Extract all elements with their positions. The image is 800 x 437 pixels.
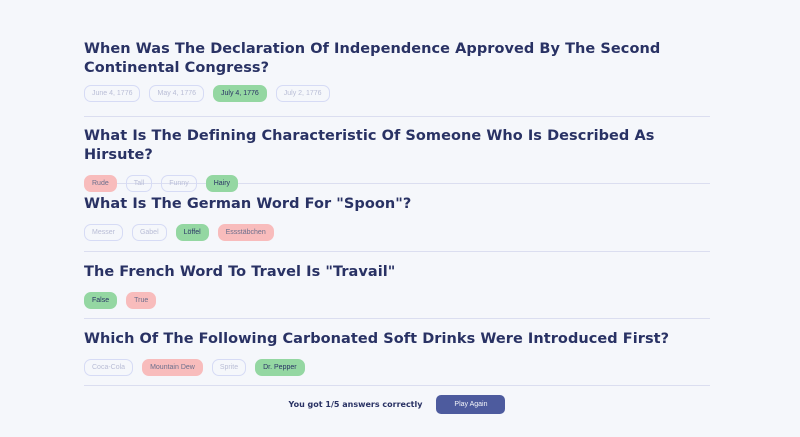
answer-option-correct[interactable]: Hairy xyxy=(205,175,239,192)
answer-option-correct[interactable]: Dr. Pepper xyxy=(255,359,305,376)
answer-options: Messer Gabel Löffel Essstäbchen xyxy=(84,223,710,242)
answer-option-correct[interactable]: Löffel xyxy=(175,224,209,241)
question-text: The French Word To Travel Is "Travail" xyxy=(84,264,396,280)
answer-option[interactable]: Sprite xyxy=(211,359,247,376)
answer-option-correct[interactable]: False xyxy=(84,292,118,309)
answer-options: June 4, 1776 May 4, 1776 July 4, 1776 Ju… xyxy=(84,84,710,103)
answer-option-wrong[interactable]: Mountain Dew xyxy=(142,359,203,376)
play-again-button[interactable]: Play Again xyxy=(436,395,506,414)
question-text: What Is The German Word For "Spoon"? xyxy=(84,196,412,212)
answer-option[interactable]: July 2, 1776 xyxy=(275,85,330,102)
question-text: Which Of The Following Carbonated Soft D… xyxy=(84,331,670,347)
question-item: Which Of The Following Carbonated Soft D… xyxy=(84,319,710,386)
results-footer: You got 1/5 answers correctly Play Again xyxy=(84,395,710,414)
question-item: What Is The Defining Characteristic Of S… xyxy=(84,117,710,192)
answer-options: Coca-Cola Mountain Dew Sprite Dr. Pepper xyxy=(84,358,710,377)
question-text: What Is The Defining Characteristic Of S… xyxy=(84,128,655,163)
answer-option-wrong[interactable]: Essstäbchen xyxy=(217,224,274,241)
answer-option[interactable]: Gabel xyxy=(131,224,167,241)
quiz-results-page: When Was The Declaration Of Independence… xyxy=(0,0,800,437)
answer-option[interactable]: Coca-Cola xyxy=(84,359,134,376)
answer-option[interactable]: Messer xyxy=(84,224,123,241)
answer-option[interactable]: Tall xyxy=(125,175,153,192)
question-list: When Was The Declaration Of Independence… xyxy=(84,40,710,386)
answer-option[interactable]: June 4, 1776 xyxy=(84,85,141,102)
answer-option-correct[interactable]: July 4, 1776 xyxy=(213,85,267,102)
question-item: What Is The German Word For "Spoon"? Mes… xyxy=(84,184,710,252)
answer-option-wrong[interactable]: True xyxy=(126,292,157,309)
answer-options: False True xyxy=(84,291,710,310)
question-text: When Was The Declaration Of Independence… xyxy=(84,41,661,76)
answer-option[interactable]: May 4, 1776 xyxy=(149,85,205,102)
answer-option[interactable]: Funny xyxy=(161,175,197,192)
question-item: When Was The Declaration Of Independence… xyxy=(84,40,710,117)
score-text: You got 1/5 answers correctly xyxy=(288,400,423,409)
question-item: The French Word To Travel Is "Travail" F… xyxy=(84,252,710,319)
answer-option-wrong[interactable]: Rude xyxy=(84,175,117,192)
